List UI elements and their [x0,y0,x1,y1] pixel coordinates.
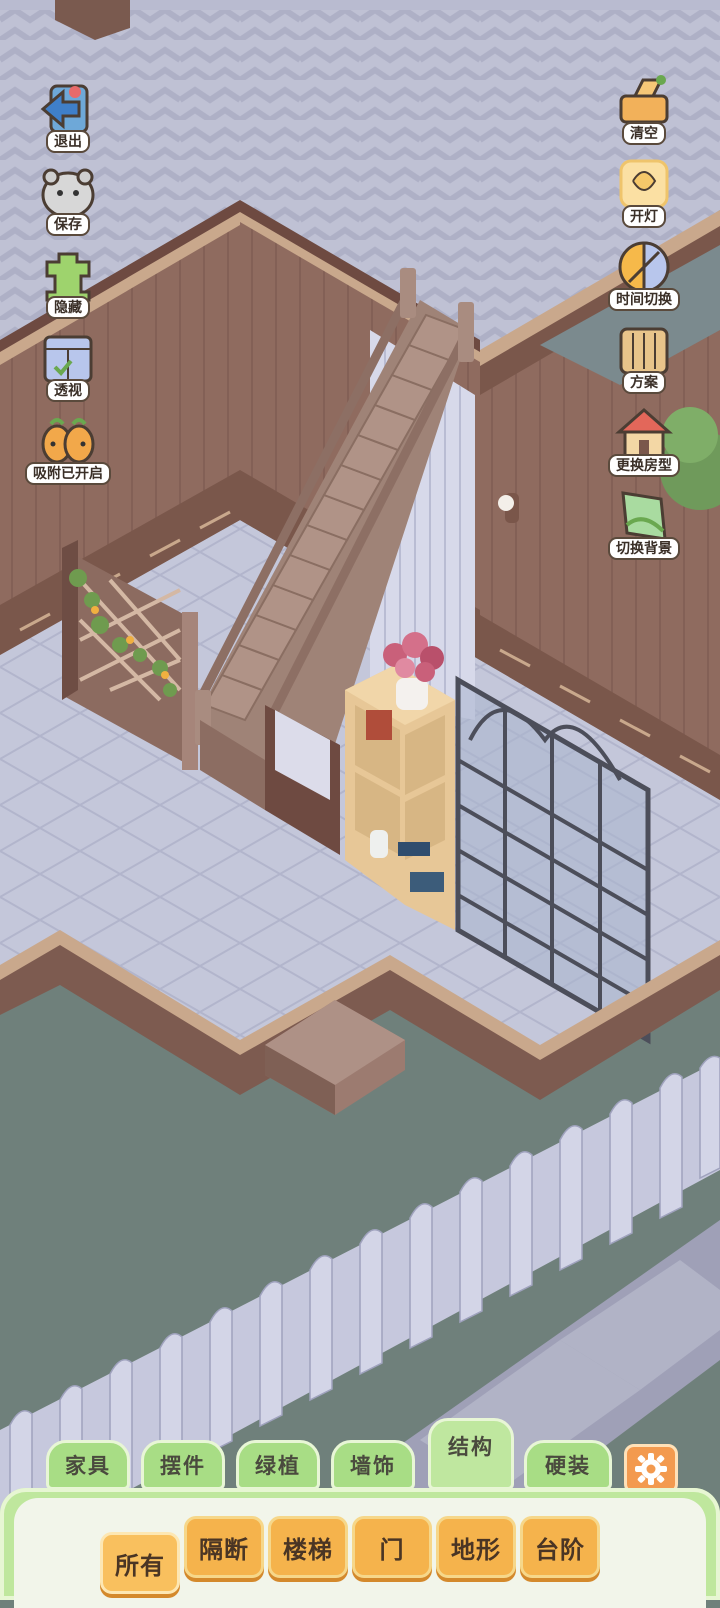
tab-wall-decor[interactable]: 墙饰 [331,1440,415,1490]
clear-label: 清空 [622,122,666,145]
tab-ornaments[interactable]: 摆件 [141,1440,225,1490]
time-switch-label: 时间切换 [608,288,680,311]
change-house-button[interactable]: 更换房型 [604,402,684,477]
scheme-button[interactable]: 方案 [604,319,684,394]
subtab-all[interactable]: 所有 [100,1532,180,1594]
change-background-button[interactable]: 切换背景 [604,485,684,560]
tab-ornaments-label: 摆件 [160,1455,206,1478]
tab-plants[interactable]: 绿植 [236,1440,320,1490]
save-label: 保存 [46,213,90,236]
subtab-partition-label: 隔断 [199,1536,249,1564]
subtab-door[interactable]: 门 [352,1516,432,1578]
time-switch-button[interactable]: 时间切换 [604,236,684,311]
scheme-label: 方案 [622,371,666,394]
clear-button[interactable]: 清空 [604,70,684,145]
tab-structure[interactable]: 结构 [428,1418,514,1490]
subtab-stairs[interactable]: 楼梯 [268,1516,348,1578]
subtab-stairs-label: 楼梯 [283,1536,333,1564]
tab-furniture[interactable]: 家具 [46,1440,130,1490]
perspective-button[interactable]: 透视 [28,327,108,402]
gear-icon [635,1453,667,1485]
subtab-steps-label: 台阶 [535,1536,585,1564]
hide-button[interactable]: 隐藏 [28,244,108,319]
tab-furniture-label: 家具 [65,1455,111,1478]
save-button[interactable]: 保存 [28,161,108,236]
snap-toggle-button[interactable]: 吸附已开启 [25,410,111,485]
snap-label: 吸附已开启 [25,462,111,485]
subtab-steps[interactable]: 台阶 [520,1516,600,1578]
light-button[interactable]: 开灯 [604,153,684,228]
tab-hardware-label: 硬装 [545,1455,591,1478]
perspective-label: 透视 [46,379,90,402]
tab-structure-label: 结构 [448,1436,494,1459]
subtab-terrain[interactable]: 地形 [436,1516,516,1578]
tab-plants-label: 绿植 [255,1455,301,1478]
exit-label: 退出 [46,130,90,153]
subtab-door-label: 门 [379,1536,405,1564]
exit-button[interactable]: 退出 [28,78,108,153]
subtab-all-label: 所有 [115,1552,165,1580]
light-label: 开灯 [622,205,666,228]
settings-button[interactable] [624,1444,678,1494]
tab-wall-decor-label: 墙饰 [350,1455,396,1478]
subtab-partition[interactable]: 隔断 [184,1516,264,1578]
tab-hardware[interactable]: 硬装 [524,1440,612,1490]
change-house-label: 更换房型 [608,454,680,477]
change-background-label: 切换背景 [608,537,680,560]
subtab-terrain-label: 地形 [451,1536,501,1564]
hide-label: 隐藏 [46,296,90,319]
